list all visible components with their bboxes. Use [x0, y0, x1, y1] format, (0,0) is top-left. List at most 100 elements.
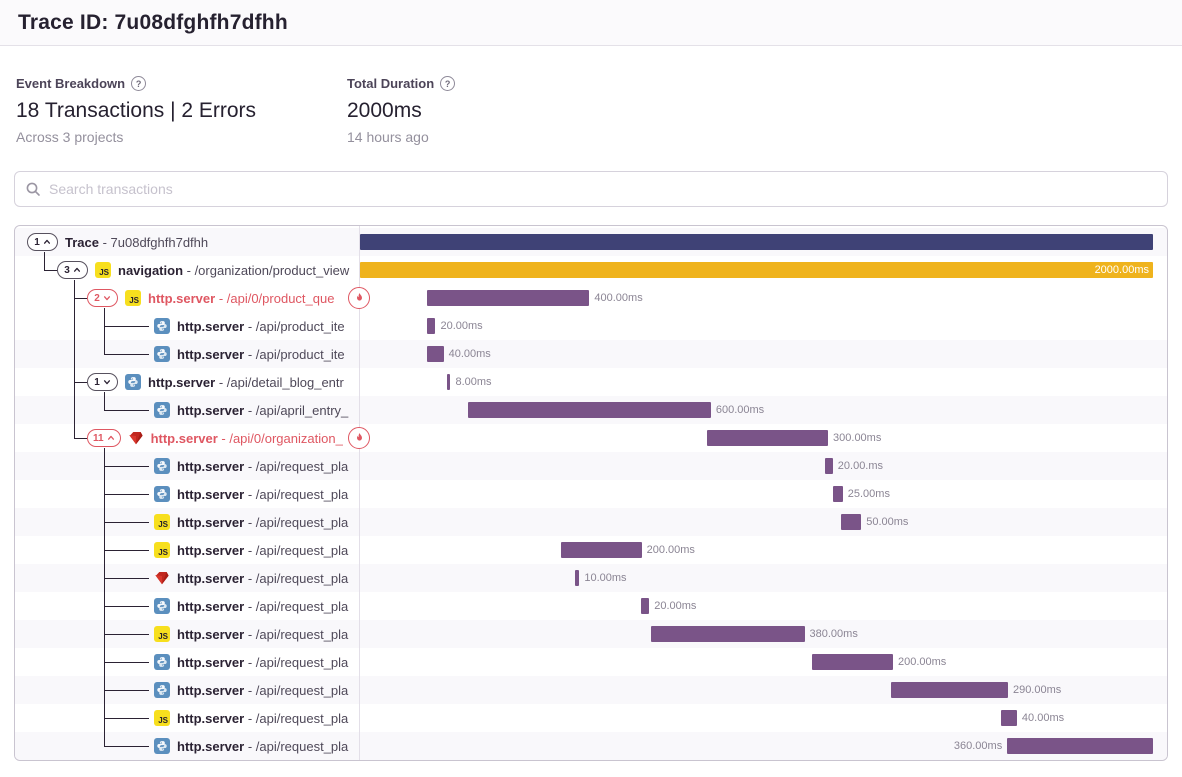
duration-bar[interactable] [651, 626, 805, 642]
span-bar-group[interactable]: 200.00ms [812, 648, 951, 676]
waterfall-cell: 50.00ms [360, 508, 1153, 536]
span-bar-group[interactable]: 380.00ms [651, 620, 863, 648]
span-title: Trace - 7u08dfghfh7dfhh [65, 235, 208, 250]
duration-label: 200.00ms [647, 544, 695, 556]
duration-label: 600.00ms [716, 404, 764, 416]
duration-bar[interactable] [1007, 738, 1153, 754]
error-fire-icon[interactable] [348, 427, 370, 449]
duration-bar[interactable] [707, 430, 829, 446]
span-bar-group[interactable]: 360.00ms [949, 732, 1153, 760]
trace-row[interactable]: http.server - /api/request_pla20.00.ms [15, 452, 1167, 480]
span-title: http.server - /api/request_pla [177, 543, 348, 558]
duration-bar[interactable] [1001, 710, 1017, 726]
span-bar-group[interactable]: 20.00ms [641, 592, 701, 620]
duration-bar[interactable] [833, 486, 843, 502]
span-bar-group[interactable]: 2000.00ms [360, 256, 1153, 284]
span-title: http.server - /api/request_pla [177, 627, 348, 642]
duration-bar[interactable] [427, 346, 443, 362]
trace-row[interactable]: http.server - /api/april_entry_600.00ms [15, 396, 1167, 424]
trace-row[interactable]: http.server - /api/request_pla20.00ms [15, 592, 1167, 620]
javascript-icon: JS [154, 626, 170, 642]
trace-row[interactable]: 11http.server - /api/0/organization_300.… [15, 424, 1167, 452]
duration-bar[interactable]: 2000.00ms [360, 262, 1153, 278]
tree-cell: 1 Trace - 7u08dfghfh7dfhh [15, 228, 359, 256]
span-bar-group[interactable]: 8.00ms [447, 368, 496, 396]
question-circle-icon[interactable]: ? [131, 76, 146, 91]
trace-row[interactable]: JShttp.server - /api/request_pla50.00ms [15, 508, 1167, 536]
error-fire-icon[interactable] [348, 287, 370, 309]
duration-bar[interactable] [841, 514, 861, 530]
duration-bar[interactable] [891, 682, 1008, 698]
search-section [14, 171, 1168, 207]
expand-collapse-pill[interactable]: 2 [87, 289, 118, 307]
span-bar-group[interactable]: 290.00ms [891, 676, 1067, 704]
python-icon [154, 682, 170, 698]
trace-row[interactable]: http.server - /api/request_pla 10.00ms [15, 564, 1167, 592]
duration-label: 50.00ms [866, 516, 908, 528]
trace-row[interactable]: 1http.server - /api/detail_blog_entr8.00… [15, 368, 1167, 396]
duration-label: 20.00.ms [838, 460, 883, 472]
span-bar-group[interactable]: 25.00ms [833, 480, 895, 508]
span-bar-group[interactable]: 40.00ms [1001, 704, 1069, 732]
duration-label: 20.00ms [440, 320, 482, 332]
duration-bar[interactable] [812, 654, 893, 670]
span-bar-group[interactable]: 20.00.ms [825, 452, 888, 480]
span-bar-group[interactable]: 20.00ms [427, 312, 487, 340]
chevron-down-icon [103, 294, 111, 302]
expand-collapse-pill[interactable]: 3 [57, 261, 88, 279]
span-title: http.server - /api/product_ite [177, 347, 345, 362]
span-title: http.server - /api/0/product_que [148, 291, 334, 306]
duration-bar[interactable] [447, 374, 450, 390]
search-box[interactable] [14, 171, 1168, 207]
span-title: http.server - /api/request_pla [177, 515, 348, 530]
search-input[interactable] [49, 181, 1157, 197]
child-count: 2 [94, 293, 100, 304]
duration-bar[interactable] [427, 290, 589, 306]
trace-row[interactable]: JShttp.server - /api/request_pla200.00ms [15, 536, 1167, 564]
expand-collapse-pill[interactable]: 1 [27, 233, 58, 251]
span-title: http.server - /api/request_pla [177, 571, 348, 586]
trace-row[interactable]: JS http.server - /api/request_pla 380.00ms [15, 620, 1167, 648]
waterfall-cell: 360.00ms [360, 732, 1153, 760]
duration-bar[interactable] [561, 542, 642, 558]
waterfall-cell: 380.00ms [360, 620, 1153, 648]
duration-bar[interactable] [427, 318, 435, 334]
span-bar-group[interactable]: 300.00ms [707, 424, 887, 452]
trace-row[interactable]: http.server - /api/request_pla360.00ms [15, 732, 1167, 760]
waterfall-cell: 40.00ms [360, 704, 1153, 732]
trace-row[interactable]: 2JShttp.server - /api/0/product_que400.0… [15, 284, 1167, 312]
trace-row[interactable]: http.server - /api/request_pla25.00ms [15, 480, 1167, 508]
duration-bar[interactable] [575, 570, 579, 586]
span-bar-group[interactable]: 10.00ms [575, 564, 631, 592]
expand-collapse-pill[interactable]: 11 [87, 429, 121, 447]
trace-row[interactable]: 1 Trace - 7u08dfghfh7dfhh [15, 228, 1167, 256]
duration-label: 20.00ms [654, 600, 696, 612]
span-bar-group[interactable] [360, 228, 1153, 256]
expand-collapse-pill[interactable]: 1 [87, 373, 118, 391]
python-icon [154, 654, 170, 670]
javascript-icon: JS [154, 710, 170, 726]
duration-label: 400.00ms [594, 292, 642, 304]
question-circle-icon[interactable]: ? [440, 76, 455, 91]
trace-row[interactable]: http.server - /api/request_pla200.00ms [15, 648, 1167, 676]
trace-row[interactable]: http.server - /api/product_ite20.00ms [15, 312, 1167, 340]
trace-row[interactable]: 3JSnavigation - /organization/product_vi… [15, 256, 1167, 284]
trace-row[interactable]: http.server - /api/product_ite 40.00ms [15, 340, 1167, 368]
duration-bar[interactable] [468, 402, 711, 418]
span-bar-group[interactable]: 40.00ms [427, 340, 495, 368]
python-icon [154, 346, 170, 362]
child-count: 11 [93, 433, 104, 444]
duration-bar[interactable] [641, 598, 649, 614]
span-bar-group[interactable]: 200.00ms [561, 536, 700, 564]
span-bar-group[interactable]: 400.00ms [427, 284, 647, 312]
page-title: Trace ID: 7u08dfghfh7dfhh [18, 11, 288, 35]
trace-row[interactable]: http.server - /api/request_pla290.00ms [15, 676, 1167, 704]
span-bar-group[interactable]: 600.00ms [468, 396, 769, 424]
trace-row[interactable]: JShttp.server - /api/request_pla40.00ms [15, 704, 1167, 732]
waterfall-cell: 10.00ms [360, 564, 1153, 592]
duration-bar[interactable] [825, 458, 833, 474]
duration-bar[interactable] [360, 234, 1153, 250]
duration-label: 2000.00ms [1095, 264, 1149, 276]
search-icon [25, 181, 41, 197]
span-bar-group[interactable]: 50.00ms [841, 508, 913, 536]
